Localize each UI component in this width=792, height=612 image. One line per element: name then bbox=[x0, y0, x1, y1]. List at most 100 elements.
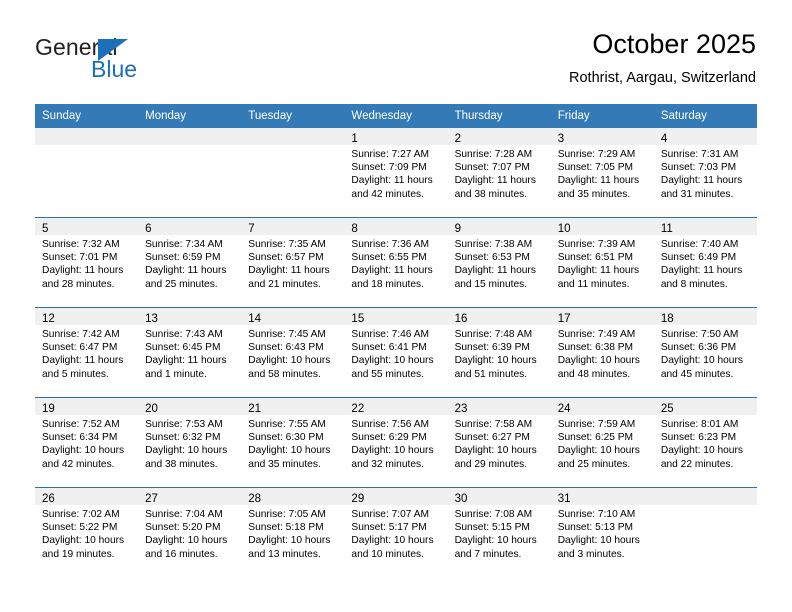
sunrise-time: Sunrise: 7:49 AM bbox=[557, 329, 636, 340]
sunrise-time: Sunrise: 7:56 AM bbox=[351, 419, 430, 430]
sunrise-time: Sunrise: 7:28 AM bbox=[454, 149, 533, 160]
sunset-time: Sunset: 7:07 PM bbox=[454, 162, 530, 174]
sunrise-time: Sunrise: 7:08 AM bbox=[454, 509, 533, 520]
calendar-day-cell[interactable]: 18 Sunrise: 7:50 AM Sunset: 6:36 PM Dayligh… bbox=[653, 308, 757, 397]
calendar-day-cell[interactable]: 13 Sunrise: 7:43 AM Sunset: 6:45 PM Dayligh… bbox=[138, 308, 242, 397]
day-number: 5 bbox=[42, 223, 49, 235]
daylight-duration-line2: and 13 minutes. bbox=[248, 548, 321, 560]
calendar-week-row: 1 Sunrise: 7:27 AM Sunset: 7:09 PM Daylight… bbox=[35, 128, 757, 217]
calendar-day-cell[interactable]: 10 Sunrise: 7:39 AM Sunset: 6:51 PM Dayligh… bbox=[550, 218, 654, 307]
daylight-duration-line2: and 19 minutes. bbox=[42, 548, 115, 560]
calendar-day-cell[interactable]: 2 Sunrise: 7:28 AM Sunset: 7:07 PM Daylight… bbox=[447, 128, 551, 217]
day-number: 10 bbox=[557, 223, 571, 235]
day-number-band: 12 bbox=[35, 308, 139, 325]
daylight-duration-line1: Daylight: 10 hours bbox=[248, 535, 331, 547]
daylight-duration-line2: and 58 minutes. bbox=[248, 368, 321, 380]
day-number: 22 bbox=[351, 403, 365, 415]
calendar-day-cell-empty bbox=[241, 128, 345, 217]
title-block: October 2025 Rothrist, Aargau, Switzerla… bbox=[569, 28, 756, 88]
page-title: October 2025 bbox=[592, 29, 756, 59]
daylight-duration-line1: Daylight: 11 hours bbox=[42, 355, 124, 367]
calendar-day-cell[interactable]: 26 Sunrise: 7:02 AM Sunset: 5:22 PM Dayligh… bbox=[35, 488, 139, 577]
day-number-band: 31 bbox=[550, 488, 654, 505]
weekday-header-friday: Friday bbox=[557, 110, 590, 122]
daylight-duration-line1: Daylight: 10 hours bbox=[248, 445, 331, 457]
calendar-day-cell[interactable]: 24 Sunrise: 7:59 AM Sunset: 6:25 PM Dayligh… bbox=[550, 398, 654, 487]
day-number-band: 8 bbox=[344, 218, 448, 235]
sunset-time: Sunset: 7:03 PM bbox=[660, 162, 737, 174]
sunset-time: Sunset: 6:36 PM bbox=[660, 342, 737, 354]
day-number: 3 bbox=[557, 133, 565, 145]
calendar-day-cell[interactable]: 11 Sunrise: 7:40 AM Sunset: 6:49 PM Dayligh… bbox=[653, 218, 757, 307]
day-number-band bbox=[241, 128, 345, 145]
day-number-band: 18 bbox=[653, 308, 757, 325]
calendar-day-cell[interactable]: 6 Sunrise: 7:34 AM Sunset: 6:59 PM Daylight… bbox=[138, 218, 242, 307]
calendar-day-cell[interactable]: 15 Sunrise: 7:46 AM Sunset: 6:41 PM Dayligh… bbox=[344, 308, 448, 397]
sunset-time: Sunset: 6:55 PM bbox=[351, 252, 427, 264]
calendar-day-cell[interactable]: 21 Sunrise: 7:55 AM Sunset: 6:30 PM Dayligh… bbox=[241, 398, 345, 487]
daylight-duration-line2: and 48 minutes. bbox=[557, 368, 631, 380]
daylight-duration-line1: Daylight: 11 hours bbox=[145, 265, 227, 277]
calendar-day-cell[interactable]: 3 Sunrise: 7:29 AM Sunset: 7:05 PM Daylight… bbox=[550, 128, 654, 217]
weekday-header-row: Sunday Monday Tuesday Wednesday Thursday… bbox=[35, 104, 757, 128]
day-number: 23 bbox=[454, 403, 468, 415]
calendar-week-row: 26 Sunrise: 7:02 AM Sunset: 5:22 PM Dayligh… bbox=[35, 487, 757, 577]
calendar-day-cell[interactable]: 12 Sunrise: 7:42 AM Sunset: 6:47 PM Dayligh… bbox=[35, 308, 139, 397]
calendar-day-cell[interactable]: 4 Sunrise: 7:31 AM Sunset: 7:03 PM Daylight… bbox=[653, 128, 757, 217]
weekday-header-tuesday: Tuesday bbox=[248, 110, 292, 122]
sunrise-time: Sunrise: 7:48 AM bbox=[454, 329, 533, 340]
calendar-day-cell[interactable]: 23 Sunrise: 7:58 AM Sunset: 6:27 PM Dayligh… bbox=[447, 398, 551, 487]
calendar-day-cell[interactable]: 14 Sunrise: 7:45 AM Sunset: 6:43 PM Dayligh… bbox=[241, 308, 345, 397]
calendar-day-cell[interactable]: 25 Sunrise: 8:01 AM Sunset: 6:23 PM Dayligh… bbox=[653, 398, 757, 487]
day-details: Sunrise: 7:04 AM Sunset: 5:20 PM Daylight:… bbox=[138, 505, 241, 561]
day-number-band: 26 bbox=[35, 488, 139, 505]
calendar-day-cell[interactable]: 1 Sunrise: 7:27 AM Sunset: 7:09 PM Daylight… bbox=[344, 128, 448, 217]
day-details: Sunrise: 7:40 AM Sunset: 6:49 PM Daylight:… bbox=[654, 235, 757, 291]
sunset-time: Sunset: 7:09 PM bbox=[351, 162, 427, 174]
sunrise-time: Sunrise: 7:45 AM bbox=[248, 329, 326, 340]
sunrise-time: Sunrise: 7:02 AM bbox=[42, 509, 120, 520]
calendar-day-cell[interactable]: 8 Sunrise: 7:36 AM Sunset: 6:55 PM Daylight… bbox=[344, 218, 448, 307]
daylight-duration-line2: and 25 minutes. bbox=[557, 458, 631, 470]
day-number: 7 bbox=[248, 223, 255, 235]
calendar-day-cell[interactable]: 20 Sunrise: 7:53 AM Sunset: 6:32 PM Dayligh… bbox=[138, 398, 242, 487]
calendar-day-cell[interactable]: 17 Sunrise: 7:49 AM Sunset: 6:38 PM Dayligh… bbox=[550, 308, 654, 397]
daylight-duration-line2: and 38 minutes. bbox=[454, 188, 528, 200]
daylight-duration-line2: and 5 minutes. bbox=[42, 368, 109, 380]
daylight-duration-line2: and 11 minutes. bbox=[557, 278, 630, 290]
sunrise-time: Sunrise: 7:58 AM bbox=[454, 419, 533, 430]
calendar-day-cell-empty bbox=[35, 128, 139, 217]
day-details: Sunrise: 7:08 AM Sunset: 5:15 PM Daylight:… bbox=[448, 505, 551, 561]
calendar-day-cell[interactable]: 22 Sunrise: 7:56 AM Sunset: 6:29 PM Dayligh… bbox=[344, 398, 448, 487]
calendar-day-cell[interactable]: 16 Sunrise: 7:48 AM Sunset: 6:39 PM Dayligh… bbox=[447, 308, 551, 397]
daylight-duration-line1: Daylight: 10 hours bbox=[42, 535, 125, 547]
calendar-day-cell[interactable]: 19 Sunrise: 7:52 AM Sunset: 6:34 PM Dayligh… bbox=[35, 398, 139, 487]
daylight-duration-line1: Daylight: 10 hours bbox=[145, 445, 228, 457]
daylight-duration-line1: Daylight: 10 hours bbox=[145, 535, 228, 547]
day-number: 13 bbox=[145, 313, 158, 325]
general-blue-logo[interactable]: General Blue bbox=[35, 34, 215, 90]
calendar-day-cell-empty bbox=[138, 128, 242, 217]
sunset-time: Sunset: 6:29 PM bbox=[351, 432, 427, 444]
calendar-day-cell[interactable]: 27 Sunrise: 7:04 AM Sunset: 5:20 PM Dayligh… bbox=[138, 488, 242, 577]
calendar-day-cell[interactable]: 29 Sunrise: 7:07 AM Sunset: 5:17 PM Dayligh… bbox=[344, 488, 448, 577]
sunset-time: Sunset: 6:45 PM bbox=[145, 342, 221, 354]
day-number: 27 bbox=[145, 493, 158, 505]
calendar-day-cell[interactable]: 7 Sunrise: 7:35 AM Sunset: 6:57 PM Daylight… bbox=[241, 218, 345, 307]
calendar-day-cell[interactable]: 28 Sunrise: 7:05 AM Sunset: 5:18 PM Dayligh… bbox=[241, 488, 345, 577]
calendar-day-cell[interactable]: 9 Sunrise: 7:38 AM Sunset: 6:53 PM Daylight… bbox=[447, 218, 551, 307]
day-number: 30 bbox=[454, 493, 468, 505]
daylight-duration-line1: Daylight: 10 hours bbox=[660, 355, 743, 367]
day-number-band: 15 bbox=[344, 308, 448, 325]
calendar-day-cell[interactable]: 30 Sunrise: 7:08 AM Sunset: 5:15 PM Dayligh… bbox=[447, 488, 551, 577]
calendar-day-cell[interactable]: 5 Sunrise: 7:32 AM Sunset: 7:01 PM Daylight… bbox=[35, 218, 139, 307]
day-number-band: 9 bbox=[447, 218, 551, 235]
day-details: Sunrise: 7:34 AM Sunset: 6:59 PM Daylight:… bbox=[138, 235, 241, 291]
daylight-duration-line1: Daylight: 10 hours bbox=[660, 445, 743, 457]
sunrise-time: Sunrise: 7:50 AM bbox=[660, 329, 739, 340]
day-details: Sunrise: 7:27 AM Sunset: 7:09 PM Daylight:… bbox=[344, 145, 447, 201]
day-number: 20 bbox=[145, 403, 158, 415]
sunrise-time: Sunrise: 7:39 AM bbox=[557, 239, 636, 250]
calendar-day-cell[interactable]: 31 Sunrise: 7:10 AM Sunset: 5:13 PM Dayligh… bbox=[550, 488, 654, 577]
daylight-duration-line1: Daylight: 11 hours bbox=[351, 175, 433, 187]
